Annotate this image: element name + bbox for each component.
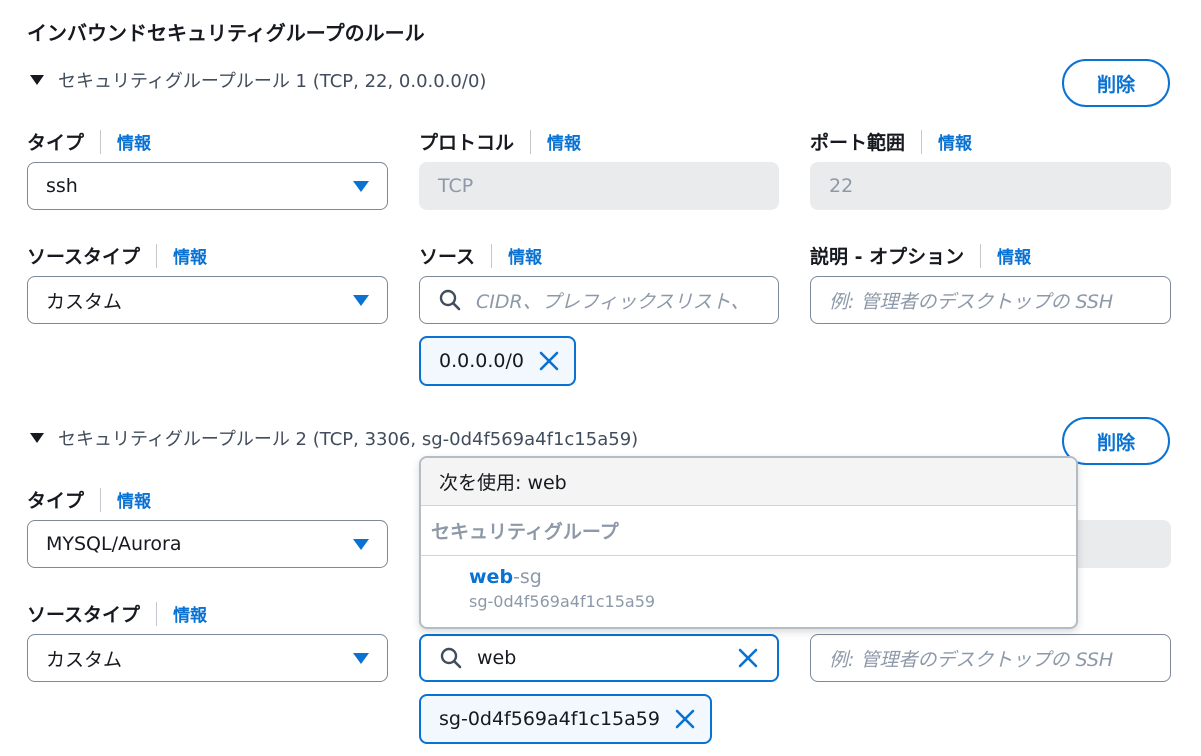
source-token-1: 0.0.0.0/0 [419, 336, 576, 386]
port-range-field-1: 22 [810, 162, 1171, 210]
source-search-input-1[interactable]: CIDR、プレフィックスリスト、 [419, 276, 779, 324]
triangle-down-icon [353, 180, 369, 192]
source-type-select-2[interactable]: カスタム [27, 634, 388, 682]
rule-1-delete-button[interactable]: 削除 [1062, 59, 1170, 107]
protocol-field-1: TCP [419, 162, 779, 210]
protocol-info-link[interactable]: 情報 [547, 129, 581, 154]
close-icon[interactable] [737, 647, 759, 669]
source-search-input-2[interactable]: web [419, 634, 779, 682]
type-label-1: タイプ 情報 [27, 128, 151, 155]
source-type-label-2: ソースタイプ 情報 [27, 600, 207, 627]
page-title: インバウンドセキュリティグループのルール [27, 21, 425, 45]
option-group-header: セキュリティグループ [421, 506, 1076, 556]
source-type-select-1[interactable]: カスタム [27, 276, 388, 324]
source-type-info-link[interactable]: 情報 [173, 243, 207, 268]
close-icon[interactable] [538, 350, 560, 372]
caret-down-icon [30, 75, 44, 85]
option-description: sg-0d4f569a4f1c15a59 [469, 592, 656, 611]
triangle-down-icon [353, 294, 369, 306]
rule-2-delete-button[interactable]: 削除 [1062, 417, 1170, 465]
use-entered-value-option[interactable]: 次を使用: web [421, 458, 1076, 506]
triangle-down-icon [353, 652, 369, 664]
description-label-1: 説明 - オプション 情報 [810, 242, 1031, 269]
type-label-2: タイプ 情報 [27, 486, 151, 513]
type-info-link[interactable]: 情報 [117, 129, 151, 154]
security-group-option[interactable]: web-sg sg-0d4f569a4f1c15a59 [421, 556, 1076, 611]
port-range-info-link[interactable]: 情報 [938, 129, 972, 154]
option-name-match: web [469, 566, 514, 588]
option-name-rest: -sg [513, 566, 542, 588]
description-info-link[interactable]: 情報 [997, 243, 1031, 268]
source-type-info-link-2[interactable]: 情報 [173, 601, 207, 626]
search-icon [439, 646, 463, 670]
type-select-2[interactable]: MYSQL/Aurora [27, 520, 388, 568]
rule-1-header[interactable]: セキュリティグループルール 1 (TCP, 22, 0.0.0.0/0) [28, 67, 486, 93]
triangle-down-icon [353, 538, 369, 550]
type-select-1[interactable]: ssh [27, 162, 388, 210]
source-label-1: ソース 情報 [419, 242, 542, 269]
description-input-2[interactable]: 例: 管理者のデスクトップの SSH [810, 634, 1171, 682]
port-range-label-1: ポート範囲 情報 [810, 128, 972, 155]
protocol-label-1: プロトコル 情報 [419, 128, 581, 155]
rule-2-header[interactable]: セキュリティグループルール 2 (TCP, 3306, sg-0d4f569a4… [28, 425, 638, 451]
caret-down-icon [30, 433, 44, 443]
source-info-link[interactable]: 情報 [508, 243, 542, 268]
source-token-2: sg-0d4f569a4f1c15a59 [419, 694, 712, 744]
rule-1-title: セキュリティグループルール 1 (TCP, 22, 0.0.0.0/0) [58, 71, 487, 92]
close-icon[interactable] [674, 708, 696, 730]
type-info-link-2[interactable]: 情報 [117, 487, 151, 512]
description-input-1[interactable]: 例: 管理者のデスクトップの SSH [810, 276, 1171, 324]
rule-2-title: セキュリティグループルール 2 (TCP, 3306, sg-0d4f569a4… [58, 429, 639, 450]
source-autocomplete-dropdown: 次を使用: web セキュリティグループ web-sg sg-0d4f569a4… [419, 456, 1078, 629]
source-type-label-1: ソースタイプ 情報 [27, 242, 207, 269]
search-icon [438, 288, 462, 312]
